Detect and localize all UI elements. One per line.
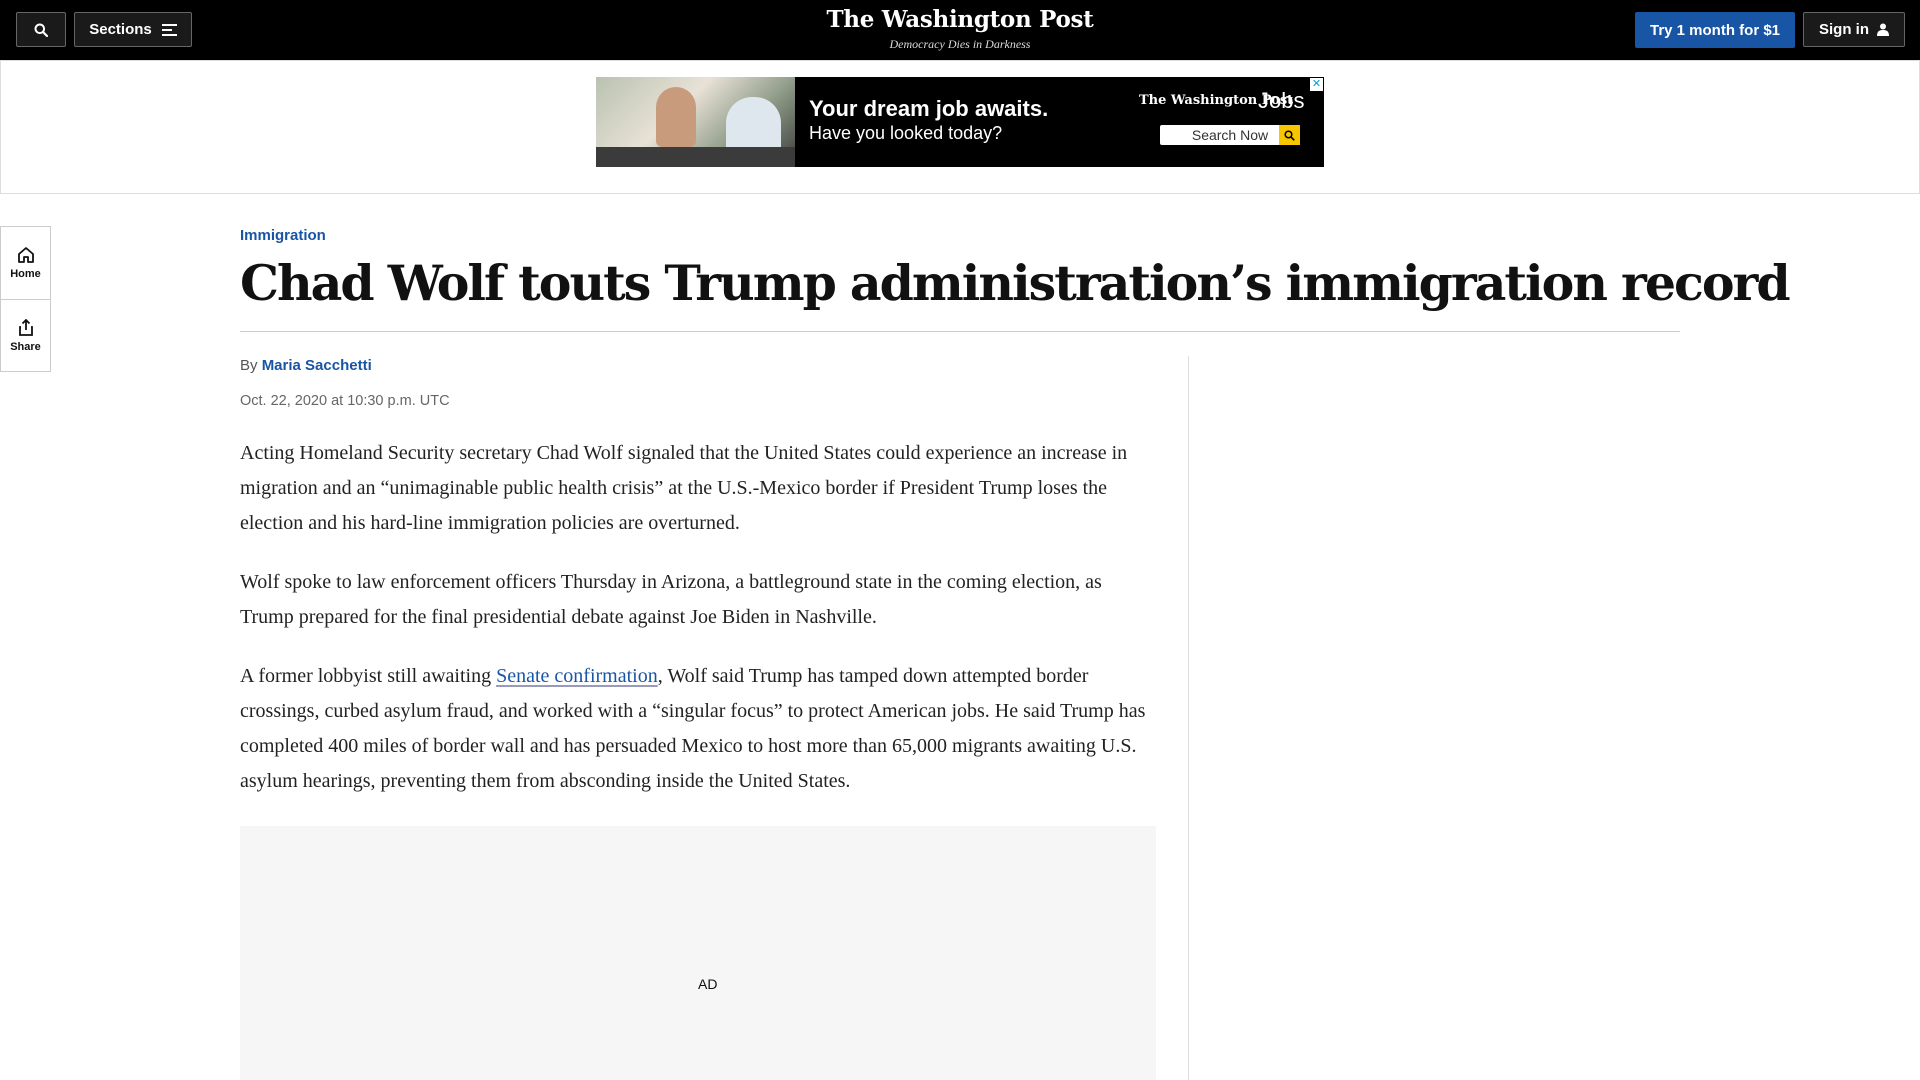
article-paragraph: Wolf spoke to law enforcement officers T… <box>240 571 1102 628</box>
banner-ad-photo <box>596 77 795 167</box>
sections-label: Sections <box>89 21 152 38</box>
article-section-kicker[interactable]: Immigration <box>240 227 326 244</box>
banner-ad-headline: Your dream job awaits. <box>809 96 1049 121</box>
masthead-logo[interactable]: The Washington Post Democracy Dies in Da… <box>760 6 1160 52</box>
banner-ad-search-button[interactable] <box>1279 125 1300 145</box>
sign-in-button[interactable]: Sign in <box>1803 12 1905 47</box>
site-logo[interactable]: The Washington Post <box>760 6 1160 34</box>
rail-share-label: Share <box>10 340 41 353</box>
article-headline: Chad Wolf touts Trump administration’s i… <box>240 254 1791 312</box>
ad-choices-close-icon[interactable]: ✕ <box>1310 78 1323 91</box>
rail-home-button[interactable]: Home <box>1 227 50 299</box>
byline: By Maria Sacchetti <box>240 357 372 374</box>
banner-ad-subline: Have you looked today? <box>809 123 1003 143</box>
left-action-rail: Home Share <box>0 226 51 372</box>
site-tagline: Democracy Dies in Darkness <box>889 37 1031 51</box>
article-paragraph: Acting Homeland Security secretary Chad … <box>240 442 1128 534</box>
column-divider <box>1188 356 1189 1080</box>
author-link[interactable]: Maria Sacchetti <box>262 357 372 374</box>
inline-ad-slot[interactable]: AD <box>240 826 1156 1080</box>
search-button[interactable] <box>16 12 66 47</box>
home-icon <box>17 247 34 263</box>
senate-confirmation-link[interactable]: Senate confirmation <box>496 665 658 687</box>
article-paragraph: A former lobbyist still awaiting Senate … <box>240 665 1146 792</box>
rail-share-button[interactable]: Share <box>1 299 50 371</box>
publish-date: Oct. 22, 2020 at 10:30 p.m. UTC <box>240 393 450 409</box>
byline-prefix: By <box>240 357 262 374</box>
subscribe-button[interactable]: Try 1 month for $1 <box>1635 12 1795 48</box>
share-icon <box>18 318 33 336</box>
top-navigation-bar: Sections The Washington Post Democracy D… <box>0 0 1920 60</box>
search-icon <box>1284 129 1295 141</box>
sections-menu-button[interactable]: Sections <box>74 12 192 47</box>
ad-label: AD <box>698 976 718 992</box>
banner-ad-product: Jobs <box>1258 88 1305 113</box>
banner-ad[interactable]: Your dream job awaits. Have you looked t… <box>596 77 1324 167</box>
search-icon <box>34 23 48 37</box>
headline-divider <box>240 331 1680 332</box>
sign-in-label: Sign in <box>1819 21 1869 38</box>
article-body: Acting Homeland Security secretary Chad … <box>240 436 1160 823</box>
rail-home-label: Home <box>10 268 41 280</box>
subscribe-label: Try 1 month for $1 <box>1649 21 1781 39</box>
menu-icon <box>161 23 177 36</box>
user-icon <box>1877 23 1889 36</box>
